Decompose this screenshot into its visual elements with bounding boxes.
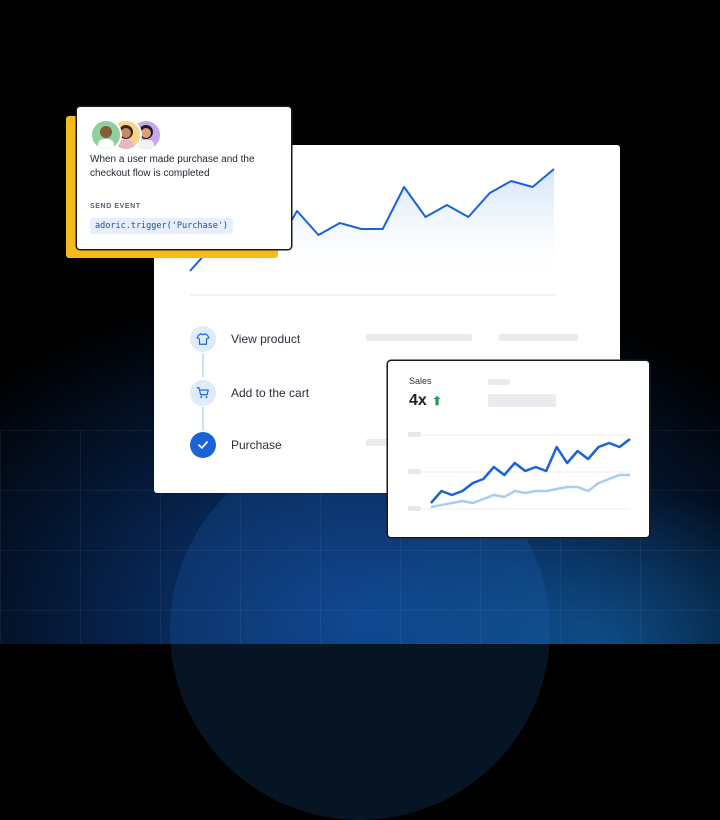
sales-series-line (431, 439, 630, 503)
step-connector (202, 353, 204, 377)
event-code-snippet[interactable]: adoric.trigger('Purchase') (90, 218, 233, 234)
step-purchase[interactable]: Purchase (190, 430, 390, 460)
sales-tick-placeholder (408, 506, 421, 511)
avatar (90, 119, 122, 151)
arrow-up-icon: ⬆ (432, 394, 442, 408)
event-description: When a user made purchase and the checko… (90, 153, 280, 181)
sales-label: Sales (409, 376, 432, 386)
avatar-group (90, 119, 170, 151)
event-card[interactable]: When a user made purchase and the checko… (77, 107, 291, 249)
sales-tick-placeholder (408, 469, 421, 474)
sales-card: Sales 4x ⬆ (388, 361, 649, 537)
shirt-icon (190, 326, 216, 352)
send-event-label: SEND EVENT (90, 203, 141, 210)
step-view-product[interactable]: View product (190, 324, 390, 354)
placeholder-bar (499, 334, 578, 341)
step-label: Purchase (231, 438, 282, 452)
placeholder-bar (366, 334, 472, 341)
sales-tick-placeholder (408, 432, 421, 437)
check-icon (190, 432, 216, 458)
step-label: View product (231, 332, 300, 346)
sales-value: 4x (409, 392, 427, 410)
step-add-to-cart[interactable]: Add to the cart (190, 378, 390, 408)
step-connector (202, 407, 204, 431)
placeholder-bar (488, 394, 556, 407)
cart-icon (190, 380, 216, 406)
step-label: Add to the cart (231, 386, 309, 400)
placeholder-bar (488, 379, 510, 385)
sales-trend-chart (388, 361, 649, 537)
